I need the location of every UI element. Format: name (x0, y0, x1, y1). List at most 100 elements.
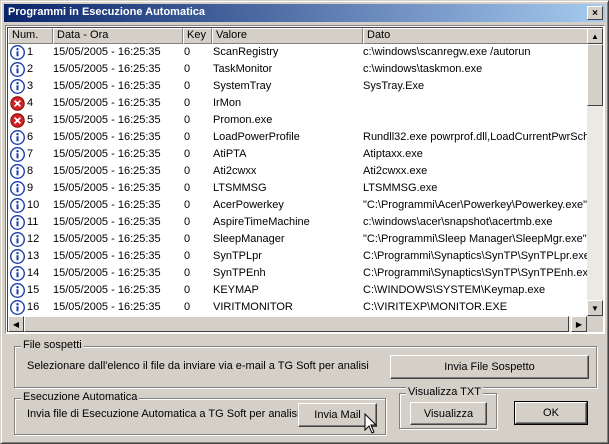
error-icon (10, 113, 26, 128)
column-header-key[interactable]: Key (183, 28, 212, 44)
table-row[interactable]: 4 15/05/2005 - 16:25:35 0 IrMon (8, 95, 592, 112)
row-key: 0 (184, 182, 191, 194)
scrollbar-corner (587, 316, 603, 332)
title-bar[interactable]: Programmi in Esecuzione Automatica × (4, 4, 605, 22)
row-valore: LoadPowerProfile (213, 131, 300, 143)
row-valore: SleepManager (213, 233, 285, 245)
autorun-window: Programmi in Esecuzione Automatica × Num… (0, 0, 609, 444)
table-row[interactable]: 7 15/05/2005 - 16:25:35 0 AtiPTA Atiptax… (8, 146, 592, 163)
row-key: 0 (184, 97, 191, 109)
row-valore: KEYMAP (213, 284, 259, 296)
row-key: 0 (184, 267, 191, 279)
scroll-up-button[interactable]: ▲ (587, 28, 603, 44)
column-header-date[interactable]: Data - Ora (53, 28, 183, 44)
error-icon (10, 96, 26, 111)
file-sospetti-group: File sospetti Selezionare dall'elenco il… (14, 339, 597, 388)
file-sospetti-description: Selezionare dall'elenco il file da invia… (27, 360, 369, 372)
close-button[interactable]: × (587, 6, 603, 20)
row-valore: AcerPowerkey (213, 199, 284, 211)
visualizza-txt-group: Visualizza TXT Visualizza (399, 386, 497, 429)
row-valore: SystemTray (213, 80, 272, 92)
row-dato: c:\windows\acer\snapshot\acertmb.exe (363, 216, 553, 228)
table-row[interactable]: 8 15/05/2005 - 16:25:35 0 Ati2cwxx Ati2c… (8, 163, 592, 180)
row-key: 0 (184, 301, 191, 313)
row-date: 15/05/2005 - 16:25:35 (53, 80, 161, 92)
row-key: 0 (184, 165, 191, 177)
row-key: 0 (184, 233, 191, 245)
info-icon (10, 300, 26, 315)
table-row[interactable]: 12 15/05/2005 - 16:25:35 0 SleepManager … (8, 231, 592, 248)
invia-file-sospetto-button[interactable]: Invia File Sospetto (390, 355, 589, 379)
row-key: 0 (184, 216, 191, 228)
row-key: 0 (184, 63, 191, 75)
scroll-right-button[interactable]: ▶ (571, 316, 587, 332)
row-date: 15/05/2005 - 16:25:35 (53, 301, 161, 313)
table-row[interactable]: 6 15/05/2005 - 16:25:35 0 LoadPowerProfi… (8, 129, 592, 146)
row-dato: Rundll32.exe powrprof.dll,LoadCurrentPwr… (363, 131, 592, 143)
row-date: 15/05/2005 - 16:25:35 (53, 284, 161, 296)
row-valore: IrMon (213, 97, 242, 109)
column-header-num[interactable]: Num. (8, 28, 53, 44)
esecuzione-automatica-title: Esecuzione Automatica (21, 391, 140, 403)
row-dato: C:\VIRITEXP\MONITOR.EXE (363, 301, 508, 313)
file-sospetti-title: File sospetti (21, 339, 84, 351)
row-dato: C:\WINDOWS\SYSTEM\Keymap.exe (363, 284, 546, 296)
row-dato: "C:\Programmi\Acer\Powerkey\Powerkey.exe… (363, 199, 588, 211)
table-row[interactable]: 2 15/05/2005 - 16:25:35 0 TaskMonitor c:… (8, 61, 592, 78)
row-date: 15/05/2005 - 16:25:35 (53, 46, 161, 58)
row-key: 0 (184, 80, 191, 92)
row-date: 15/05/2005 - 16:25:35 (53, 114, 161, 126)
scroll-left-button[interactable]: ◀ (8, 316, 24, 332)
row-key: 0 (184, 199, 191, 211)
info-icon (10, 181, 26, 196)
row-date: 15/05/2005 - 16:25:35 (53, 250, 161, 262)
row-dato: c:\windows\scanregw.exe /autorun (363, 46, 531, 58)
row-date: 15/05/2005 - 16:25:35 (53, 165, 161, 177)
row-key: 0 (184, 46, 191, 58)
horizontal-scrollbar[interactable]: ◀ ▶ (8, 316, 587, 332)
scroll-down-button[interactable]: ▼ (587, 300, 603, 316)
info-icon (10, 249, 26, 264)
row-date: 15/05/2005 - 16:25:35 (53, 233, 161, 245)
column-header-valore[interactable]: Valore (212, 28, 363, 44)
info-icon (10, 232, 26, 247)
table-row[interactable]: 9 15/05/2005 - 16:25:35 0 LTSMMSG LTSMMS… (8, 180, 592, 197)
visualizza-button[interactable]: Visualizza (410, 402, 487, 425)
table-row[interactable]: 11 15/05/2005 - 16:25:35 0 AspireTimeMac… (8, 214, 592, 231)
vertical-scroll-thumb[interactable] (587, 44, 603, 106)
info-icon (10, 45, 26, 60)
table-row[interactable]: 1 15/05/2005 - 16:25:35 0 ScanRegistry c… (8, 44, 592, 61)
row-date: 15/05/2005 - 16:25:35 (53, 182, 161, 194)
row-key: 0 (184, 131, 191, 143)
table-row[interactable]: 14 15/05/2005 - 16:25:35 0 SynTPEnh C:\P… (8, 265, 592, 282)
info-icon (10, 215, 26, 230)
table-row[interactable]: 3 15/05/2005 - 16:25:35 0 SystemTray Sys… (8, 78, 592, 95)
table-row[interactable]: 5 15/05/2005 - 16:25:35 0 Promon.exe (8, 112, 592, 129)
row-date: 15/05/2005 - 16:25:35 (53, 216, 161, 228)
row-dato: c:\windows\taskmon.exe (363, 63, 483, 75)
table-row[interactable]: 10 15/05/2005 - 16:25:35 0 AcerPowerkey … (8, 197, 592, 214)
row-dato: SysTray.Exe (363, 80, 425, 92)
row-dato: LTSMMSG.exe (363, 182, 438, 194)
row-date: 15/05/2005 - 16:25:35 (53, 63, 161, 75)
info-icon (10, 283, 26, 298)
row-dato: C:\Programmi\Synaptics\SynTP\SynTPEnh.ex… (363, 267, 592, 279)
horizontal-scroll-thumb[interactable] (24, 316, 569, 332)
row-dato: Atiptaxx.exe (363, 148, 423, 160)
table-row[interactable]: 13 15/05/2005 - 16:25:35 0 SynTPLpr C:\P… (8, 248, 592, 265)
row-valore: SynTPEnh (213, 267, 266, 279)
table-row[interactable]: 15 15/05/2005 - 16:25:35 0 KEYMAP C:\WIN… (8, 282, 592, 299)
row-date: 15/05/2005 - 16:25:35 (53, 97, 161, 109)
list-rows: 1 15/05/2005 - 16:25:35 0 ScanRegistry c… (8, 44, 592, 318)
row-key: 0 (184, 250, 191, 262)
row-dato (363, 112, 592, 129)
table-row[interactable]: 16 15/05/2005 - 16:25:35 0 VIRITMONITOR … (8, 299, 592, 316)
vertical-scrollbar[interactable]: ▲ ▼ (587, 28, 603, 316)
column-header-dato[interactable]: Dato (363, 28, 598, 44)
row-valore: Ati2cwxx (213, 165, 257, 177)
autorun-list[interactable]: Num. Data - Ora Key Valore Dato 1 15/05/… (5, 25, 605, 334)
row-date: 15/05/2005 - 16:25:35 (53, 148, 161, 160)
esecuzione-automatica-group: Esecuzione Automatica Invia file di Esec… (14, 391, 386, 435)
row-valore: LTSMMSG (213, 182, 267, 194)
ok-button[interactable]: OK (514, 401, 588, 425)
